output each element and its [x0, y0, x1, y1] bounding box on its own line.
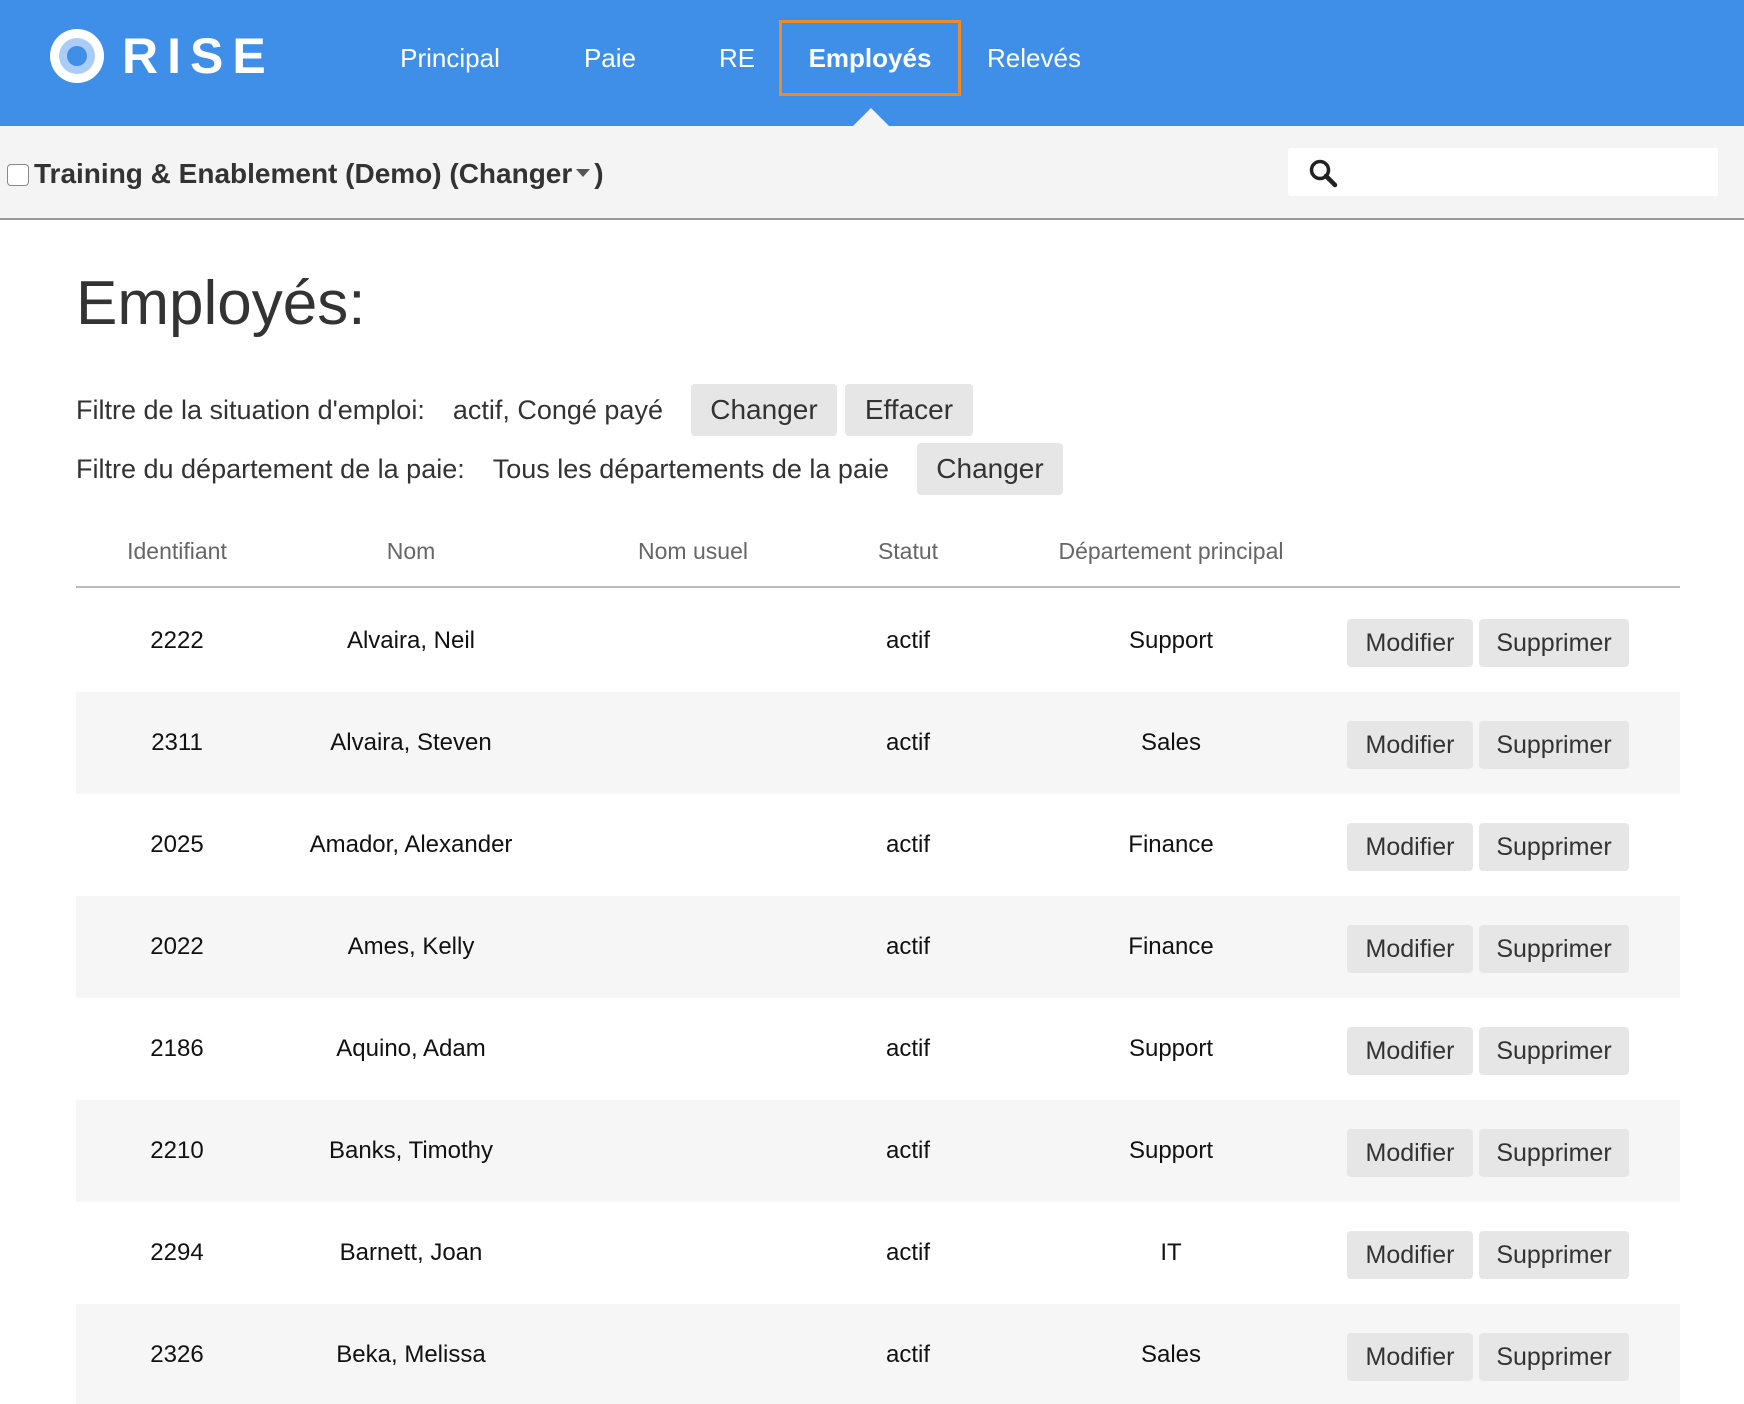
employee-nickname-cell [602, 896, 784, 998]
employee-nickname-cell [602, 794, 784, 896]
employee-nickname-cell [602, 1202, 784, 1304]
employee-name-cell: Amador, Alexander [309, 831, 513, 858]
edit-employee-button[interactable]: Modifier [1347, 925, 1473, 973]
employee-name-cell: Beka, Melissa [336, 1341, 486, 1368]
nav-tab-re[interactable]: RE [706, 20, 768, 96]
employee-nickname-cell [602, 998, 784, 1100]
employee-status-cell: actif [885, 729, 930, 756]
employee-status-cell: actif [885, 933, 930, 960]
delete-employee-button[interactable]: Supprimer [1479, 1333, 1629, 1381]
employment-filter-value: actif, Congé payé [452, 394, 663, 425]
employee-name-cell: Banks, Timothy [328, 1137, 494, 1164]
employee-status-cell: actif [885, 1137, 930, 1164]
employee-id-cell: 2025 [150, 831, 204, 858]
employee-status-cell: actif [885, 831, 930, 858]
rise-logo[interactable]: RISE [50, 28, 275, 84]
edit-employee-button[interactable]: Modifier [1347, 1231, 1473, 1279]
logo-text: RISE [122, 28, 275, 84]
edit-employee-button[interactable]: Modifier [1347, 823, 1473, 871]
employee-department-cell: Sales [1140, 729, 1202, 756]
change-department-filter-button[interactable]: Changer [916, 443, 1063, 495]
table-row: 2210 Banks, Timothy actif Support Modifier Su… [76, 1100, 1680, 1202]
employee-status-cell: actif [885, 1239, 930, 1266]
company-selector[interactable]: Training & Enablement (Demo) (Changer) [34, 156, 604, 192]
employee-nickname-cell [602, 590, 784, 692]
column-header-statut[interactable]: Statut [846, 538, 970, 565]
edit-employee-button[interactable]: Modifier [1347, 1129, 1473, 1177]
clear-employment-filter-button[interactable]: Effacer [844, 384, 973, 436]
employee-table-header: Identifiant Nom Nom usuel Statut Départe… [76, 520, 1680, 588]
table-row: 2311 Alvaira, Steven actif Sales Modifier Sup… [76, 692, 1680, 794]
delete-employee-button[interactable]: Supprimer [1479, 925, 1629, 973]
employee-id-cell: 2326 [150, 1341, 204, 1368]
employee-id-cell: 2222 [150, 627, 204, 654]
table-row: 2222 Alvaira, Neil actif Support Modifier Sup… [76, 590, 1680, 692]
table-row: 2025 Amador, Alexander actif Finance Modifie… [76, 794, 1680, 896]
employee-department-cell: Support [1128, 627, 1214, 654]
delete-employee-button[interactable]: Supprimer [1479, 619, 1629, 667]
employee-id-cell: 2186 [150, 1035, 204, 1062]
company-checkbox[interactable] [7, 164, 29, 186]
search-icon [1309, 159, 1338, 188]
employee-department-cell: Finance [1128, 933, 1214, 960]
page-title: Employés: [76, 269, 366, 338]
employee-name-cell: Barnett, Joan [339, 1239, 483, 1266]
table-row: 2326 Beka, Melissa actif Sales Modifier Suppr… [76, 1304, 1680, 1404]
employment-filter-row: Filtre de la situation d'emploi: actif, … [76, 384, 973, 436]
employee-nickname-cell [602, 1100, 784, 1202]
table-row: 2022 Ames, Kelly actif Finance Modifier Suppr… [76, 896, 1680, 998]
nav-tab-principal[interactable]: Principal [382, 20, 518, 96]
edit-employee-button[interactable]: Modifier [1347, 721, 1473, 769]
employee-department-cell: Sales [1140, 1341, 1202, 1368]
employee-name-cell: Ames, Kelly [347, 933, 475, 960]
edit-employee-button[interactable]: Modifier [1347, 1027, 1473, 1075]
company-name: Training & Enablement (Demo) (Changer [34, 158, 573, 189]
employee-department-cell: Support [1128, 1035, 1214, 1062]
delete-employee-button[interactable]: Supprimer [1479, 1027, 1629, 1075]
employee-nickname-cell [602, 692, 784, 794]
employee-id-cell: 2311 [151, 729, 203, 756]
department-filter-label: Filtre du département de la paie: [76, 453, 465, 484]
nav-tab-releves[interactable]: Relevés [978, 20, 1090, 96]
search-input[interactable] [1288, 148, 1718, 196]
column-header-departement[interactable]: Département principal [1005, 538, 1337, 565]
employee-nickname-cell [602, 1304, 784, 1404]
edit-employee-button[interactable]: Modifier [1347, 619, 1473, 667]
employee-id-cell: 2210 [150, 1137, 204, 1164]
employee-id-cell: 2294 [150, 1239, 204, 1266]
active-tab-pointer [853, 108, 889, 126]
column-header-identifiant[interactable]: Identifiant [96, 538, 258, 565]
employee-id-cell: 2022 [150, 933, 204, 960]
edit-employee-button[interactable]: Modifier [1347, 1333, 1473, 1381]
employee-name-cell: Alvaira, Steven [330, 729, 492, 756]
nav-tab-employes[interactable]: Employés [779, 20, 961, 96]
employee-name-cell: Aquino, Adam [336, 1035, 486, 1062]
employee-status-cell: actif [885, 1035, 930, 1062]
delete-employee-button[interactable]: Supprimer [1479, 1129, 1629, 1177]
delete-employee-button[interactable]: Supprimer [1479, 1231, 1629, 1279]
department-filter-row: Filtre du département de la paie: Tous l… [76, 443, 1063, 495]
rise-logo-icon [50, 29, 104, 83]
employee-status-cell: actif [885, 627, 930, 654]
column-header-nom-usuel[interactable]: Nom usuel [602, 538, 784, 565]
company-suffix: ) [594, 158, 604, 189]
company-bar: Training & Enablement (Demo) (Changer) [0, 126, 1744, 220]
employee-status-cell: actif [885, 1341, 930, 1368]
employee-department-cell: Finance [1128, 831, 1214, 858]
employee-department-cell: Support [1128, 1137, 1214, 1164]
top-nav-bar: RISE Principal Paie RE Employés Relevés [0, 0, 1744, 126]
nav-tab-paie[interactable]: Paie [568, 20, 652, 96]
delete-employee-button[interactable]: Supprimer [1479, 721, 1629, 769]
employee-name-cell: Alvaira, Neil [346, 627, 476, 654]
table-row: 2294 Barnett, Joan actif IT Modifier Supprime… [76, 1202, 1680, 1304]
table-row: 2186 Aquino, Adam actif Support Modifier Supp… [76, 998, 1680, 1100]
employment-filter-label: Filtre de la situation d'emploi: [76, 394, 425, 425]
column-header-nom[interactable]: Nom [330, 538, 492, 565]
delete-employee-button[interactable]: Supprimer [1479, 823, 1629, 871]
chevron-down-icon [576, 168, 591, 177]
department-filter-value: Tous les départements de la paie [492, 453, 889, 484]
employee-department-cell: IT [1160, 1239, 1182, 1266]
change-employment-filter-button[interactable]: Changer [690, 384, 837, 436]
